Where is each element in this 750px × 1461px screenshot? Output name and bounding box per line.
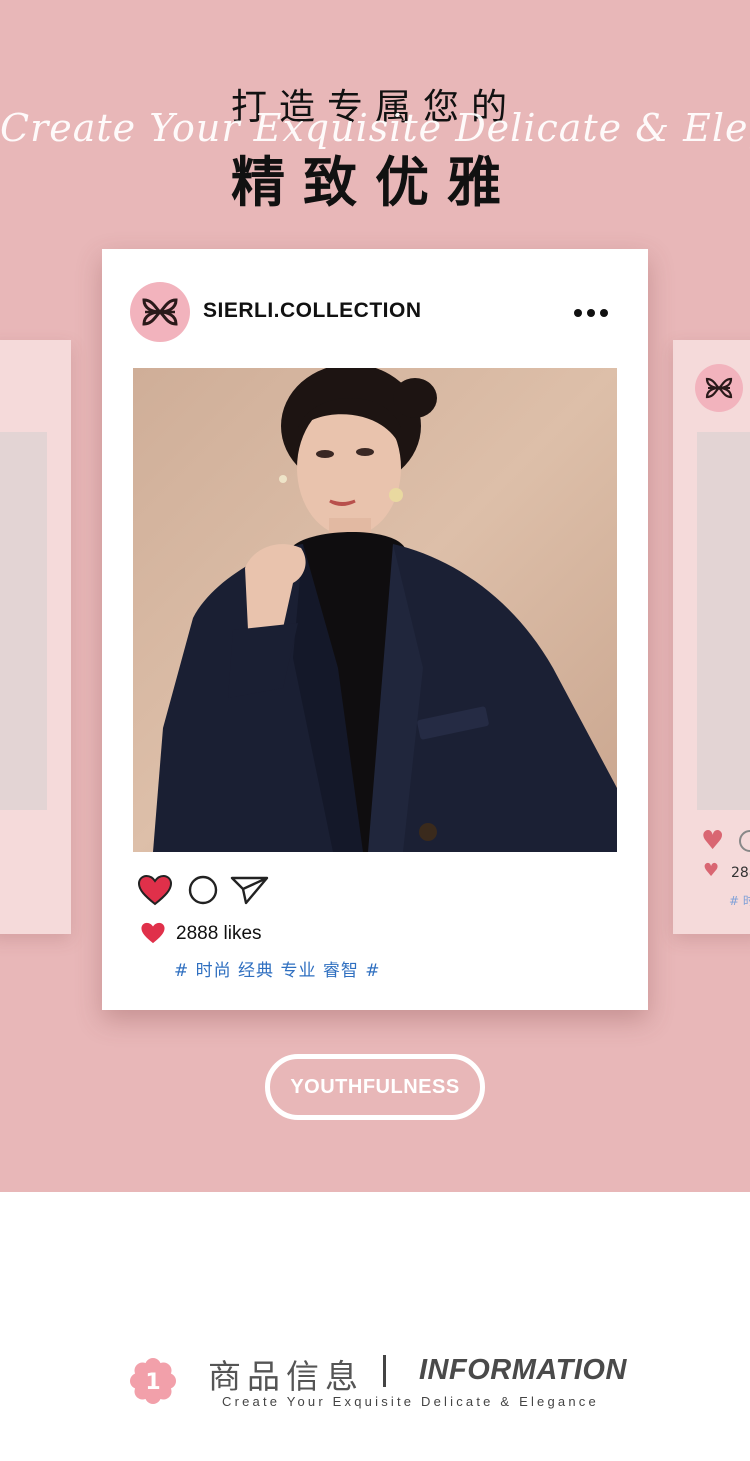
info-subtitle: Create Your Exquisite Delicate & Eleganc… — [222, 1394, 599, 1409]
hero-section: 打造专属您的 Create Your Exquisite Delicate & … — [0, 0, 750, 1192]
info-divider — [383, 1355, 386, 1387]
post-card: SIERLI.COLLECTION 2888 likes # 时尚 经典 专业 … — [102, 249, 648, 1010]
info-section-header: 1 商品信息 INFORMATION Create Your Exquisite… — [0, 1340, 750, 1420]
share-icon[interactable] — [230, 874, 270, 910]
side-card-left[interactable] — [0, 340, 71, 934]
info-title-cn: 商品信息 — [208, 1357, 364, 1396]
post-hashtags[interactable]: # 时尚 经典 专业 睿智 # — [174, 956, 381, 981]
side-card-likes-heart-icon: ♥ — [703, 860, 720, 881]
side-card-heart-icon: ♥ — [701, 826, 725, 856]
sierli-logo-icon[interactable] — [130, 282, 190, 342]
info-title-en: INFORMATION — [419, 1354, 627, 1386]
side-card-avatar-icon — [695, 364, 743, 412]
post-username[interactable]: SIERLI.COLLECTION — [203, 299, 422, 323]
post-actions — [137, 874, 337, 908]
side-card-right-image — [697, 432, 750, 810]
side-card-tags: # 时 — [729, 894, 750, 908]
heart-icon[interactable] — [137, 874, 173, 910]
side-card-left-image — [0, 432, 47, 810]
badge-number: 1 — [145, 1370, 160, 1395]
post-photo — [133, 368, 617, 852]
side-card-comment-icon — [739, 830, 750, 852]
likes-heart-icon — [141, 922, 165, 944]
youthfulness-button[interactable]: YOUTHFULNESS — [265, 1054, 485, 1120]
hero-title-line2: 精致优雅 — [231, 151, 519, 214]
more-dots-icon[interactable] — [574, 309, 608, 317]
side-card-right[interactable]: ♥ ♥ 288 # 时 — [673, 340, 750, 934]
comment-icon[interactable] — [187, 874, 219, 910]
side-card-likes: 288 — [731, 865, 750, 881]
flower-badge-icon: 1 — [128, 1356, 178, 1406]
likes-row: 2888 likes — [140, 921, 440, 947]
youthfulness-button-label: YOUTHFULNESS — [290, 1075, 460, 1098]
likes-count: 2888 likes — [176, 923, 262, 944]
